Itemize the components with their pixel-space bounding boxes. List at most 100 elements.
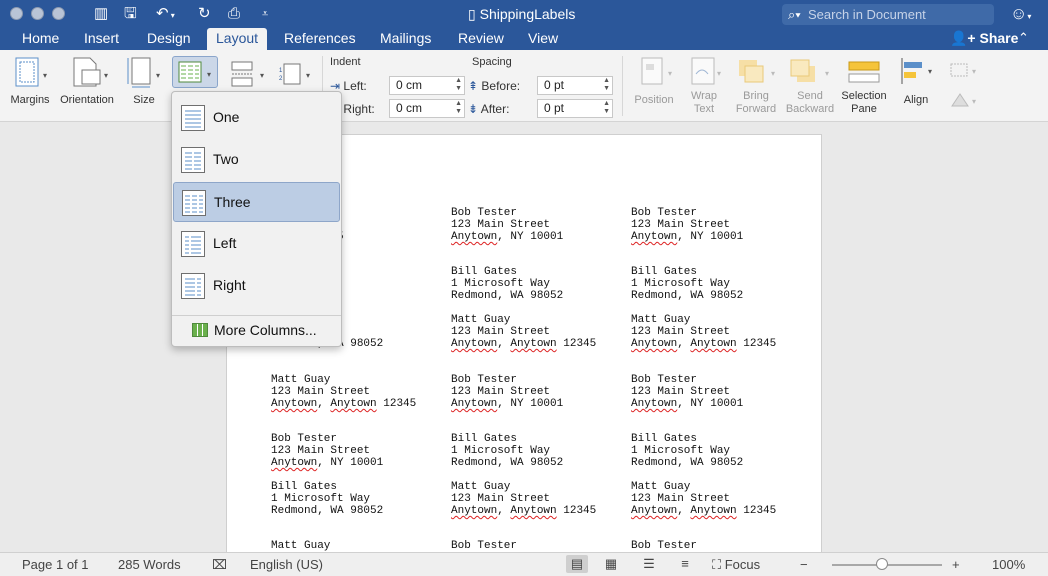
tab-insert[interactable]: Insert — [84, 28, 119, 50]
minimize-window-button[interactable] — [31, 7, 44, 20]
address-label: Matt Guay 123 Main Street Anytown, Anytown… — [271, 374, 416, 410]
margins-button[interactable]: ▾ Margins — [8, 54, 52, 107]
address-street: 123 Main Street — [631, 386, 731, 398]
position-button[interactable]: ▾ Position — [630, 54, 678, 107]
three-columns-icon — [182, 190, 206, 216]
feedback-smiley-icon[interactable]: ☺▾ — [1010, 4, 1031, 24]
line-numbers-icon[interactable]: 1 2 ▾ — [278, 60, 318, 91]
ribbon-separator — [622, 56, 623, 116]
selection-pane-icon — [838, 54, 890, 88]
menu-item-label: Left — [213, 235, 237, 251]
sidebar-toggle-icon[interactable]: ▥ — [94, 5, 108, 23]
columns-menu-item-right[interactable]: Right — [173, 266, 340, 306]
wrap-text-button[interactable]: ▾ Wrap Text — [684, 54, 724, 116]
size-button[interactable]: ▾ Size — [124, 54, 164, 107]
proofing-icon[interactable]: ⌧ — [212, 557, 227, 573]
address-label: Bob Tester 123 Main Street Anytown, NY 100… — [451, 374, 563, 410]
rotate-objects-icon[interactable]: ▾ — [948, 90, 980, 113]
bring-forward-button[interactable]: ▾ Bring Forward — [732, 54, 780, 116]
tab-layout[interactable]: Layout — [207, 28, 268, 50]
word-count[interactable]: 285 Words — [118, 557, 181, 572]
zoom-slider-handle[interactable] — [876, 558, 888, 570]
columns-menu-item-one[interactable]: One — [173, 98, 340, 138]
search-input[interactable]: ⌕▾ Search in Document — [782, 4, 994, 25]
align-button[interactable]: ▾ Align — [896, 54, 936, 107]
tab-view[interactable]: View — [528, 28, 558, 50]
menu-item-label: Two — [213, 151, 239, 167]
web-layout-view-icon[interactable]: ▦ — [600, 555, 622, 573]
redo-icon[interactable]: ↻ — [198, 5, 211, 23]
address-label: Matt Guay 123 Main Street Anytown, Anytown… — [451, 481, 596, 517]
share-button[interactable]: 👤+ Share — [950, 28, 1018, 48]
address-label: Bill Gates 1 Microsoft Way Redmond, WA 980… — [271, 481, 383, 517]
columns-icon: ▾ — [178, 61, 211, 83]
address-name: Matt Guay — [451, 481, 511, 493]
more-columns-menu-item[interactable]: More Columns... — [192, 322, 317, 338]
tab-home[interactable]: Home — [22, 28, 59, 50]
indent-left-value: 0 cm — [396, 78, 423, 92]
columns-menu-item-left[interactable]: Left — [173, 224, 340, 264]
address-city-line: Anytown, Anytown 12345 — [451, 338, 597, 350]
zoom-window-button[interactable] — [52, 7, 65, 20]
language-indicator[interactable]: English (US) — [250, 557, 323, 572]
orientation-button[interactable]: ▾ Orientation — [58, 54, 116, 107]
save-icon[interactable]: 🖫 — [124, 5, 137, 23]
stepper-arrows-icon[interactable]: ▲ ▼ — [455, 100, 462, 116]
indent-right-value: 0 cm — [396, 101, 423, 115]
columns-menu-item-three[interactable]: Three — [173, 182, 340, 222]
stepper-arrows-icon[interactable]: ▲ ▼ — [455, 77, 462, 93]
search-icon: ⌕▾ — [788, 7, 801, 22]
address-name: Matt Guay — [631, 481, 691, 493]
ribbon: ▾ Margins ▾ Orientation ▾ Size ▾ ▾ 1 2 ▾ I… — [0, 50, 1048, 122]
send-backward-icon: ▾ — [784, 54, 836, 88]
spacing-before-label-text: Before: — [481, 79, 521, 93]
address-city-line: Anytown, Anytown 12345 — [451, 505, 597, 517]
more-columns-label: More Columns... — [214, 322, 317, 338]
breaks-icon[interactable]: ▾ — [230, 60, 270, 91]
send-backward-button[interactable]: ▾ Send Backward — [784, 54, 836, 116]
spacing-after-field[interactable]: 0 pt ▲ ▼ — [537, 99, 613, 118]
print-icon[interactable]: ⎙ — [228, 5, 240, 23]
svg-text:2: 2 — [279, 76, 283, 82]
indent-left-field[interactable]: 0 cm ▲ ▼ — [389, 76, 465, 95]
address-label: Matt Guay 123 Main Street Anytown, Anytown… — [451, 314, 596, 350]
zoom-out-button[interactable]: − — [800, 557, 808, 572]
address-label: Bob Tester — [631, 540, 697, 552]
address-name: Bob Tester — [631, 540, 698, 552]
spacing-after-label-text: After: — [480, 102, 510, 116]
status-bar: Page 1 of 1 285 Words ⌧ English (US) ▤ ▦… — [0, 552, 1048, 576]
address-name: Bill Gates — [451, 433, 518, 445]
close-window-button[interactable] — [10, 7, 23, 20]
customize-toolbar-icon[interactable]: ⩡ — [262, 5, 268, 23]
tab-review[interactable]: Review — [458, 28, 504, 50]
columns-menu-item-two[interactable]: Two — [173, 140, 340, 180]
address-name: Bill Gates — [631, 433, 698, 445]
undo-icon[interactable]: ↶ ▾ — [156, 5, 175, 23]
document-area[interactable]: reetytown 12345Bob Tester123 Main Street… — [0, 122, 1048, 552]
draft-view-icon[interactable]: ≡ — [674, 555, 696, 573]
page-count[interactable]: Page 1 of 1 — [22, 557, 89, 572]
group-objects-icon[interactable]: ▾ — [948, 60, 980, 83]
tab-references[interactable]: References — [284, 28, 356, 50]
address-city-line: Anytown, NY 10001 — [451, 231, 564, 243]
print-layout-view-icon[interactable]: ▤ — [566, 555, 588, 573]
zoom-in-button[interactable]: + — [952, 557, 960, 572]
outline-view-icon[interactable]: ☰ — [638, 555, 660, 573]
address-street: 123 Main Street — [631, 326, 731, 338]
svg-text:▾: ▾ — [717, 69, 721, 78]
spacing-before-field[interactable]: 0 pt ▲ ▼ — [537, 76, 613, 95]
spacing-before-icon: ⇞ — [468, 79, 479, 93]
selection-pane-button[interactable]: Selection Pane — [838, 54, 890, 116]
stepper-arrows-icon[interactable]: ▲ ▼ — [603, 77, 610, 93]
spacing-after-value: 0 pt — [544, 101, 565, 115]
columns-button[interactable]: ▾ — [172, 56, 218, 88]
tab-design[interactable]: Design — [147, 28, 191, 50]
collapse-ribbon-icon[interactable]: ⌃ — [1018, 28, 1029, 48]
indent-right-field[interactable]: 0 cm ▲ ▼ — [389, 99, 465, 118]
zoom-percentage[interactable]: 100% — [992, 557, 1025, 572]
focus-button[interactable]: ⛶ Focus — [712, 557, 760, 573]
svg-text:▾: ▾ — [972, 97, 976, 106]
tab-mailings[interactable]: Mailings — [380, 28, 431, 50]
bring-forward-icon: ▾ — [732, 54, 780, 88]
stepper-arrows-icon[interactable]: ▲ ▼ — [603, 100, 610, 116]
